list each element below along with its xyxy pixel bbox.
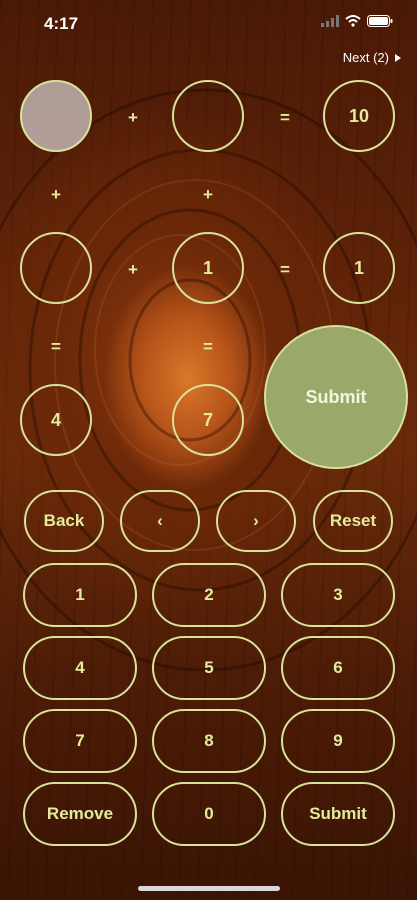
cell-r1-c1[interactable] (20, 80, 92, 152)
equals-sign: = (280, 108, 290, 127)
cell-r2-result[interactable]: 1 (323, 232, 395, 304)
status-time: 4:17 (44, 14, 79, 33)
battery-icon (367, 15, 393, 27)
status-icons (321, 15, 393, 27)
plus-sign: + (128, 260, 138, 279)
next-puzzle-button[interactable]: Next (2) (343, 50, 401, 65)
key-8[interactable]: 8 (152, 709, 266, 773)
plus-sign: + (203, 185, 213, 204)
key-2[interactable]: 2 (152, 563, 266, 627)
forward-button[interactable]: › (216, 490, 296, 552)
key-6[interactable]: 6 (281, 636, 395, 700)
play-arrow-icon (395, 53, 401, 62)
equals-sign: = (203, 337, 213, 356)
remove-button[interactable]: Remove (23, 782, 137, 846)
home-indicator[interactable] (138, 886, 280, 891)
next-puzzle-label: Next (2) (342, 50, 389, 65)
reset-button[interactable]: Reset (313, 490, 393, 552)
keypad-submit-button[interactable]: Submit (281, 782, 395, 846)
key-1[interactable]: 1 (23, 563, 137, 627)
cell-r2-c2[interactable]: 1 (172, 232, 244, 304)
cell-r1-result[interactable]: 10 (323, 80, 395, 152)
back-button[interactable]: Back (24, 490, 104, 552)
cellular-signal-icon (321, 15, 339, 27)
key-5[interactable]: 5 (152, 636, 266, 700)
key-4[interactable]: 4 (23, 636, 137, 700)
cell-r1-c2[interactable] (172, 80, 244, 152)
equals-sign: = (280, 260, 290, 279)
plus-sign: + (51, 185, 61, 204)
wifi-icon (345, 15, 361, 27)
cell-r3-c2[interactable]: 7 (172, 384, 244, 456)
previous-button[interactable]: ‹ (120, 490, 200, 552)
submit-answer-button[interactable]: Submit (264, 325, 408, 469)
status-bar: 4:17 (0, 0, 417, 46)
key-7[interactable]: 7 (23, 709, 137, 773)
key-3[interactable]: 3 (281, 563, 395, 627)
key-9[interactable]: 9 (281, 709, 395, 773)
equals-sign: = (51, 337, 61, 356)
key-0[interactable]: 0 (152, 782, 266, 846)
cell-r2-c1[interactable] (20, 232, 92, 304)
plus-sign: + (128, 108, 138, 127)
cell-r3-c1[interactable]: 4 (20, 384, 92, 456)
